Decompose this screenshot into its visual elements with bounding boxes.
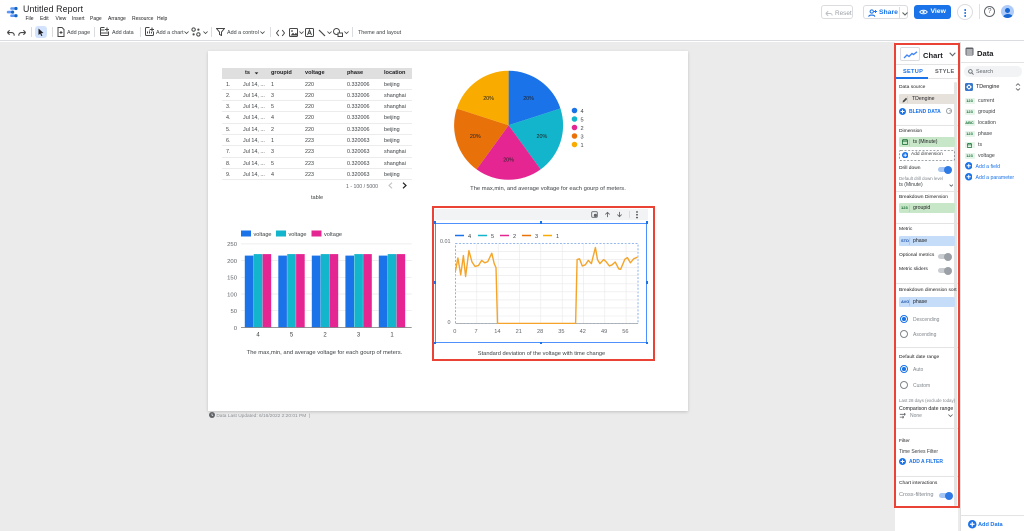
svg-text:5: 5 — [290, 333, 294, 339]
svg-text:150: 150 — [227, 276, 238, 282]
svg-text:2: 2 — [513, 234, 516, 240]
svg-text:1: 1 — [581, 143, 584, 149]
svg-text:50: 50 — [230, 309, 237, 315]
svg-text:voltage: voltage — [289, 232, 307, 238]
svg-text:250: 250 — [227, 242, 238, 248]
svg-text:2: 2 — [323, 333, 327, 339]
svg-text:0: 0 — [234, 326, 238, 332]
svg-text:100: 100 — [227, 292, 238, 298]
svg-text:voltage: voltage — [254, 232, 272, 238]
svg-text:3: 3 — [535, 234, 538, 240]
svg-text:20%: 20% — [483, 96, 494, 102]
svg-text:20%: 20% — [537, 134, 548, 140]
svg-text:20%: 20% — [503, 157, 514, 163]
svg-text:voltage: voltage — [324, 232, 342, 238]
svg-text:4: 4 — [581, 109, 584, 115]
svg-text:1: 1 — [556, 234, 559, 240]
svg-text:4: 4 — [256, 333, 260, 339]
svg-text:2: 2 — [581, 126, 584, 132]
svg-text:3: 3 — [357, 333, 361, 339]
svg-text:3: 3 — [581, 135, 584, 141]
svg-text:5: 5 — [581, 118, 584, 124]
svg-text:5: 5 — [491, 234, 494, 240]
svg-text:4: 4 — [468, 234, 471, 240]
svg-text:1: 1 — [390, 333, 394, 339]
svg-text:20%: 20% — [470, 134, 481, 140]
svg-text:20%: 20% — [523, 96, 534, 102]
svg-text:200: 200 — [227, 259, 238, 265]
